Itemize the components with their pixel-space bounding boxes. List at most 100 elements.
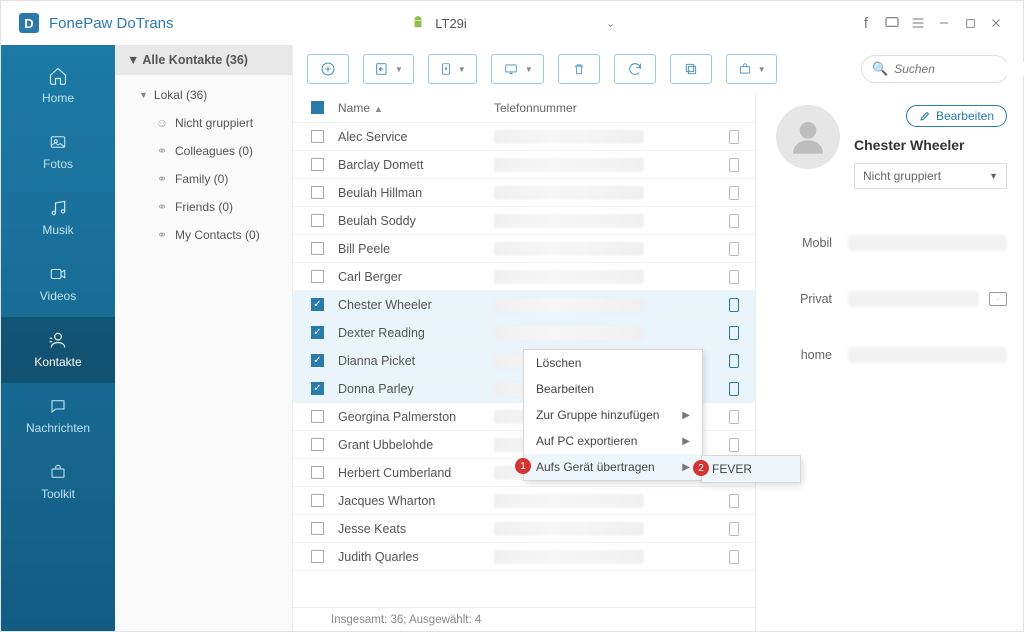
row-checkbox[interactable] — [311, 466, 324, 479]
content-area: ▼ ▼ ▼ ▼ 🔍 Name▲ Telefonnummer Alec Servi… — [293, 45, 1023, 631]
row-checkbox[interactable] — [311, 326, 324, 339]
row-checkbox[interactable] — [311, 354, 324, 367]
row-checkbox[interactable] — [311, 214, 324, 227]
chevron-down-icon: ⌄ — [606, 17, 615, 30]
group-uncategorized[interactable]: ☺Nicht gruppiert — [115, 109, 292, 137]
search-input[interactable] — [894, 62, 1024, 76]
sidebar-item-photos[interactable]: Fotos — [1, 119, 115, 185]
column-name[interactable]: Name▲ — [338, 101, 494, 115]
close-button[interactable] — [983, 10, 1009, 36]
phone-cell — [494, 550, 644, 564]
refresh-button[interactable] — [614, 54, 656, 84]
row-checkbox[interactable] — [311, 158, 324, 171]
mail-icon[interactable] — [989, 292, 1007, 306]
contact-name-cell: Georgina Palmerston — [338, 410, 494, 424]
search-box[interactable]: 🔍 — [861, 55, 1009, 83]
home-icon — [45, 65, 71, 87]
edit-button[interactable]: Bearbeiten — [906, 105, 1007, 127]
device-name: LT29i — [435, 16, 467, 31]
sidebar-item-videos[interactable]: Videos — [1, 251, 115, 317]
sidebar-item-toolkit[interactable]: Toolkit — [1, 449, 115, 515]
table-row[interactable]: Chester Wheeler — [293, 291, 755, 319]
menu-delete[interactable]: Löschen — [524, 350, 702, 376]
toolbar: ▼ ▼ ▼ ▼ 🔍 — [293, 45, 1023, 93]
submenu-device-fever[interactable]: 2 FEVER — [702, 456, 800, 482]
menu-edit[interactable]: Bearbeiten — [524, 376, 702, 402]
app-logo: D — [19, 13, 39, 33]
backup-button[interactable]: ▼ — [726, 54, 777, 84]
row-checkbox[interactable] — [311, 494, 324, 507]
device-selector[interactable]: LT29i ⌄ — [403, 15, 623, 32]
sidebar-item-label: Fotos — [43, 157, 73, 171]
maximize-button[interactable] — [957, 10, 983, 36]
table-row[interactable]: Alec Service — [293, 123, 755, 151]
app-name: FonePaw DoTrans — [49, 15, 174, 32]
minimize-button[interactable] — [931, 10, 957, 36]
group-icon: ⚭ — [155, 201, 169, 213]
table-row[interactable]: Dexter Reading — [293, 319, 755, 347]
row-checkbox[interactable] — [311, 270, 324, 283]
context-submenu: 2 FEVER — [701, 455, 801, 483]
toolkit-icon — [45, 461, 71, 483]
contact-name-cell: Grant Ubbelohde — [338, 438, 494, 452]
row-checkbox[interactable] — [311, 186, 324, 199]
delete-button[interactable] — [558, 54, 600, 84]
contacts-table: Name▲ Telefonnummer Alec ServiceBarclay … — [293, 93, 755, 631]
group-select[interactable]: Nicht gruppiert▼ — [854, 163, 1007, 189]
feedback-icon[interactable] — [879, 10, 905, 36]
menu-add-to-group[interactable]: Zur Gruppe hinzufügen▶ — [524, 402, 702, 428]
phone-cell — [494, 158, 644, 172]
import-button[interactable]: ▼ — [363, 54, 414, 84]
row-checkbox[interactable] — [311, 550, 324, 563]
facebook-icon[interactable]: f — [853, 10, 879, 36]
menu-icon[interactable] — [905, 10, 931, 36]
group-friends[interactable]: ⚭Friends (0) — [115, 193, 292, 221]
row-checkbox[interactable] — [311, 382, 324, 395]
groups-header[interactable]: ▼ Alle Kontakte (36) — [115, 45, 292, 75]
group-local[interactable]: ▼Lokal (36) — [115, 81, 292, 109]
phone-cell — [494, 214, 644, 228]
group-colleagues[interactable]: ⚭Colleagues (0) — [115, 137, 292, 165]
table-row[interactable]: Beulah Hillman — [293, 179, 755, 207]
phone-icon — [729, 186, 739, 200]
select-all-checkbox[interactable] — [311, 101, 324, 114]
menu-export-pc[interactable]: Auf PC exportieren▶ — [524, 428, 702, 454]
contact-name-cell: Dexter Reading — [338, 326, 494, 340]
contact-name-cell: Jacques Wharton — [338, 494, 494, 508]
message-icon — [45, 395, 71, 417]
phone-cell — [494, 326, 644, 340]
sidebar-item-music[interactable]: Musik — [1, 185, 115, 251]
phone-icon — [729, 550, 739, 564]
add-button[interactable] — [307, 54, 349, 84]
contact-name-cell: Judith Quarles — [338, 550, 494, 564]
menu-transfer-device[interactable]: 1 Aufs Gerät übertragen▶ — [524, 454, 702, 480]
export-pc-button[interactable]: ▼ — [491, 54, 544, 84]
sidebar-item-messages[interactable]: Nachrichten — [1, 383, 115, 449]
row-checkbox[interactable] — [311, 438, 324, 451]
table-row[interactable]: Carl Berger — [293, 263, 755, 291]
table-row[interactable]: Barclay Domett — [293, 151, 755, 179]
row-checkbox[interactable] — [311, 298, 324, 311]
phone-cell — [494, 522, 644, 536]
avatar — [776, 105, 840, 169]
table-row[interactable]: Jacques Wharton — [293, 487, 755, 515]
table-row[interactable]: Jesse Keats — [293, 515, 755, 543]
duplicate-button[interactable] — [670, 54, 712, 84]
group-my-contacts[interactable]: ⚭My Contacts (0) — [115, 221, 292, 249]
row-checkbox[interactable] — [311, 410, 324, 423]
sidebar-item-label: Nachrichten — [26, 421, 90, 435]
group-family[interactable]: ⚭Family (0) — [115, 165, 292, 193]
table-row[interactable]: Bill Peele — [293, 235, 755, 263]
row-checkbox[interactable] — [311, 522, 324, 535]
callout-badge-2: 2 — [693, 460, 709, 476]
video-icon — [45, 263, 71, 285]
sidebar-item-home[interactable]: Home — [1, 53, 115, 119]
export-device-button[interactable]: ▼ — [428, 54, 477, 84]
contact-name-cell: Beulah Hillman — [338, 186, 494, 200]
row-checkbox[interactable] — [311, 130, 324, 143]
row-checkbox[interactable] — [311, 242, 324, 255]
table-row[interactable]: Judith Quarles — [293, 543, 755, 571]
table-row[interactable]: Beulah Soddy — [293, 207, 755, 235]
column-phone[interactable]: Telefonnummer — [494, 101, 745, 115]
sidebar-item-contacts[interactable]: Kontakte — [1, 317, 115, 383]
